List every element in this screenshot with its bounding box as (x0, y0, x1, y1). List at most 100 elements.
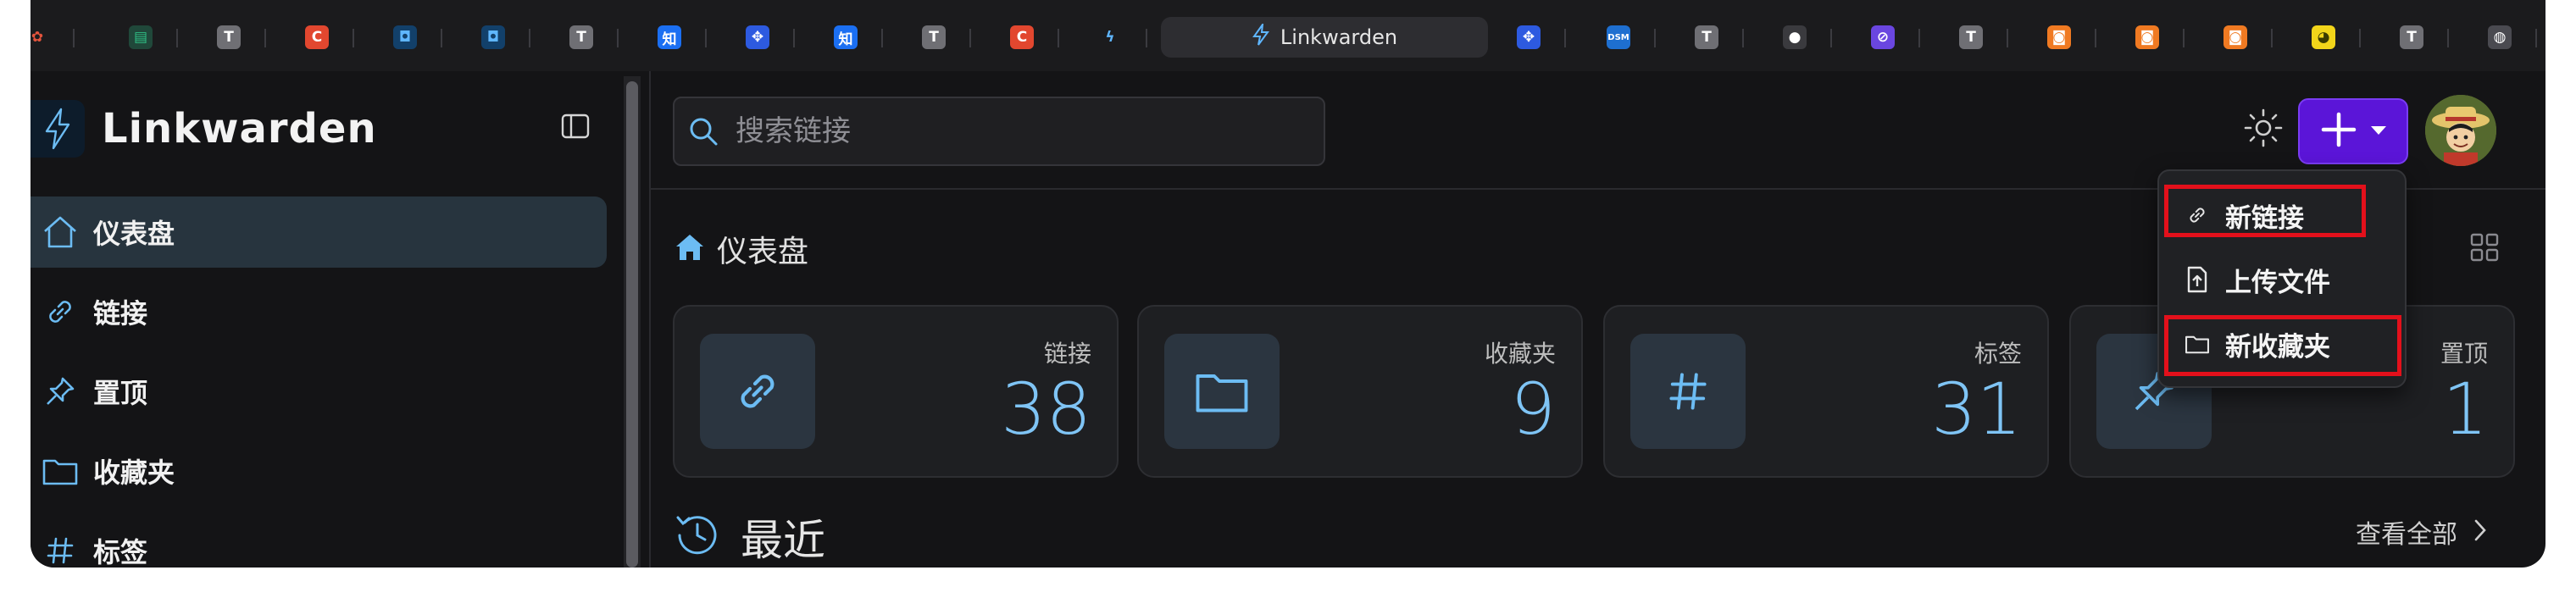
sidebar-scroll-thumb[interactable] (626, 81, 638, 568)
browser-tab[interactable]: ◕ (2312, 24, 2335, 51)
stat-value: 1 (2442, 368, 2488, 451)
browser-tab[interactable]: ✿ (31, 24, 49, 51)
sheet-icon: ▤ (129, 25, 153, 49)
tab-separator (2183, 29, 2185, 47)
sidebar-item-tags[interactable]: 标签 (31, 515, 607, 568)
browser-tab[interactable]: ◘ (393, 24, 417, 51)
tab-separator (1564, 29, 1566, 47)
tab-separator (2359, 29, 2361, 47)
browser-tab[interactable]: ✥ (746, 24, 769, 51)
linkwarden-icon: ϟ (1105, 29, 1115, 46)
grey-t-icon: T (217, 25, 241, 49)
search-box[interactable] (673, 97, 1325, 166)
sidebar-item-pinned[interactable]: 置顶 (31, 356, 607, 427)
grey-t-icon: T (569, 25, 593, 49)
active-tab[interactable]: Linkwarden (1161, 17, 1488, 58)
tab-separator (2447, 29, 2449, 47)
avatar-icon[interactable] (2425, 95, 2496, 166)
stat-label: 置顶 (2440, 340, 2488, 368)
tab-separator (617, 29, 619, 47)
browser-tab[interactable]: C (1010, 24, 1034, 51)
stat-card-links[interactable]: 链接 38 (673, 305, 1119, 478)
browser-tab-bar: Linkwarden ✿ ▤ T C ◘ ◘ T 知 ✥ 知 T Cϟ ✥ DSM T ● ⊘ T ◙ ◙ ◙ ◕ T ◍ (31, 0, 2545, 71)
sidebar-item-label: 标签 (93, 536, 148, 568)
sidebar-item-label: 仪表盘 (93, 218, 175, 250)
tab-separator (529, 29, 530, 47)
tab-separator (2007, 29, 2008, 47)
tab-separator (176, 29, 178, 47)
upload-file-icon (2183, 265, 2212, 294)
browser-tab[interactable]: 知 (834, 24, 858, 51)
grid-view-icon[interactable] (2469, 232, 2500, 263)
sidebar-item-links[interactable]: 链接 (31, 276, 607, 347)
carrot-icon: ✿ (31, 29, 44, 46)
stat-label: 标签 (1974, 340, 2022, 368)
stat-value: 31 (1931, 368, 2022, 451)
browser-tab[interactable]: ⊘ (1871, 24, 1895, 51)
red-c-icon: C (1010, 25, 1034, 49)
robot-icon: ◘ (393, 25, 417, 49)
menu-item-upload-file[interactable]: 上传文件 (2174, 254, 2390, 305)
sidebar-item-label: 链接 (93, 297, 148, 329)
sidebar-item-collections[interactable]: 收藏夹 (31, 435, 607, 507)
user-circle-icon: ◍ (2488, 25, 2512, 49)
emoji-icon: ◕ (2312, 25, 2335, 49)
tab-separator (705, 29, 707, 47)
browser-tab[interactable]: T (1695, 24, 1718, 51)
tab-separator (969, 29, 971, 47)
browser-tab[interactable]: T (569, 24, 593, 51)
search-input[interactable] (734, 114, 1296, 149)
chevron-right-icon (2473, 518, 2488, 546)
folder-icon (1164, 334, 1280, 449)
book-icon: ◙ (2223, 25, 2247, 49)
paperclip-icon: ⊘ (1871, 25, 1895, 49)
view-all-link[interactable]: 查看全部 (2356, 513, 2488, 551)
recent-title: 最近 (741, 516, 825, 565)
sidebar-toggle-icon[interactable] (561, 114, 590, 139)
browser-tab[interactable]: 知 (658, 24, 681, 51)
baidu-paw-icon: ✥ (1517, 25, 1541, 49)
app-window: Linkwarden ✿ ▤ T C ◘ ◘ T 知 ✥ 知 T Cϟ ✥ DSM T ● ⊘ T ◙ ◙ ◙ ◕ T ◍ L… (31, 0, 2545, 568)
browser-tab[interactable]: ◘ (481, 24, 505, 51)
sidebar-item-label: 置顶 (93, 377, 148, 409)
browser-tab[interactable]: ✥ (1517, 24, 1541, 51)
link-icon (700, 334, 815, 449)
stat-card-collections[interactable]: 收藏夹 9 (1137, 305, 1583, 478)
highlight-box-new-link (2164, 185, 2366, 237)
browser-tab[interactable]: ϟ (1098, 24, 1122, 51)
browser-tab[interactable]: ◙ (2223, 24, 2247, 51)
folder-icon (39, 450, 81, 492)
github-icon: ● (1783, 25, 1807, 49)
pin-icon (39, 370, 81, 413)
active-tab-title: Linkwarden (1280, 25, 1398, 49)
zhihu-icon: 知 (834, 25, 858, 49)
browser-tab[interactable]: ● (1783, 24, 1807, 51)
brand[interactable]: Linkwarden (31, 100, 377, 158)
sidebar-item-dashboard[interactable]: 仪表盘 (31, 197, 607, 268)
tab-separator (1742, 29, 1744, 47)
hash-icon (39, 529, 81, 568)
sun-icon[interactable] (2242, 107, 2285, 149)
view-all-label: 查看全部 (2356, 520, 2457, 550)
highlight-box-new-collection (2164, 315, 2401, 376)
book-icon: ◙ (2047, 25, 2071, 49)
chevron-down-icon (2369, 124, 2388, 140)
browser-tab[interactable]: ◙ (2135, 24, 2159, 51)
browser-tab[interactable]: T (1959, 24, 1983, 51)
browser-tab[interactable]: C (305, 24, 329, 51)
tab-separator (881, 29, 883, 47)
browser-tab[interactable]: DSM (1607, 24, 1630, 51)
browser-tab[interactable]: T (2400, 24, 2423, 51)
tab-separator (1146, 29, 1147, 47)
grey-t-icon: T (1959, 25, 1983, 49)
browser-tab[interactable]: T (922, 24, 946, 51)
plus-icon (2318, 109, 2359, 153)
browser-tab[interactable]: T (217, 24, 241, 51)
grey-t-icon: T (2400, 25, 2423, 49)
sidebar-divider (649, 71, 651, 568)
stat-card-tags[interactable]: 标签 31 (1603, 305, 2049, 478)
add-new-button[interactable] (2298, 98, 2408, 164)
browser-tab[interactable]: ▤ (129, 24, 153, 51)
browser-tab[interactable]: ◍ (2488, 24, 2512, 51)
browser-tab[interactable]: ◙ (2047, 24, 2071, 51)
